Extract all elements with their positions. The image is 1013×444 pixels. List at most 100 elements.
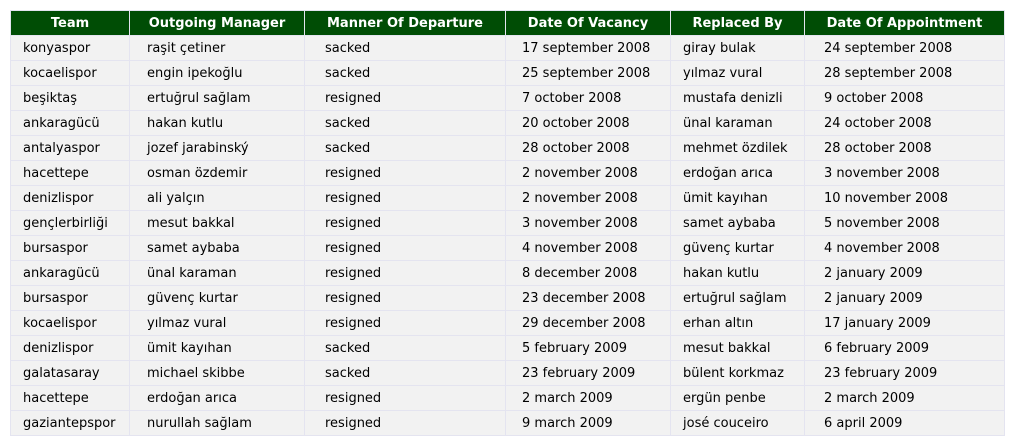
cell-replaced-by: ünal karaman (670, 110, 805, 136)
cell-date-of-vacancy: 28 october 2008 (505, 135, 671, 161)
cell-date-of-appointment: 28 september 2008 (804, 60, 1005, 86)
cell-team: denizlispor (10, 185, 130, 211)
table-row: denizlispor ümit kayıhan sacked 5 february … (10, 335, 1005, 361)
cell-date-of-appointment: 24 october 2008 (804, 110, 1005, 136)
cell-date-of-vacancy: 2 march 2009 (505, 385, 671, 411)
cell-replaced-by: mustafa denizli (670, 85, 805, 111)
cell-team: konyaspor (10, 35, 130, 61)
cell-replaced-by: erdoğan arıca (670, 160, 805, 186)
table-row: kocaelispor engin ipekoğlu sacked 25 septem… (10, 60, 1005, 86)
cell-outgoing-manager: mesut bakkal (129, 210, 305, 236)
cell-outgoing-manager: ümit kayıhan (129, 335, 305, 361)
table-row: hacettepe osman özdemir resigned 2 november… (10, 160, 1005, 186)
cell-team: galatasaray (10, 360, 130, 386)
cell-outgoing-manager: ali yalçın (129, 185, 305, 211)
cell-date-of-vacancy: 23 december 2008 (505, 285, 671, 311)
cell-team: hacettepe (10, 385, 130, 411)
table-row: hacettepe erdoğan arıca resigned 2 march 20… (10, 385, 1005, 411)
cell-date-of-vacancy: 2 november 2008 (505, 160, 671, 186)
cell-date-of-appointment: 2 january 2009 (804, 285, 1005, 311)
cell-outgoing-manager: güvenç kurtar (129, 285, 305, 311)
cell-team: ankaragücü (10, 260, 130, 286)
cell-date-of-vacancy: 2 november 2008 (505, 185, 671, 211)
table-row: gaziantepspor nurullah sağlam resigned 9 ma… (10, 410, 1005, 436)
cell-manner-of-departure: sacked (304, 135, 506, 161)
cell-replaced-by: mehmet özdilek (670, 135, 805, 161)
table-row: kocaelispor yılmaz vural resigned 29 decemb… (10, 310, 1005, 336)
cell-date-of-vacancy: 17 september 2008 (505, 35, 671, 61)
table-row: bursaspor samet aybaba resigned 4 november … (10, 235, 1005, 261)
cell-replaced-by: ergün penbe (670, 385, 805, 411)
cell-date-of-vacancy: 20 october 2008 (505, 110, 671, 136)
cell-manner-of-departure: sacked (304, 60, 506, 86)
cell-manner-of-departure: resigned (304, 160, 506, 186)
cell-date-of-appointment: 6 april 2009 (804, 410, 1005, 436)
cell-replaced-by: mesut bakkal (670, 335, 805, 361)
cell-date-of-vacancy: 9 march 2009 (505, 410, 671, 436)
cell-date-of-vacancy: 5 february 2009 (505, 335, 671, 361)
cell-manner-of-departure: resigned (304, 235, 506, 261)
cell-outgoing-manager: hakan kutlu (129, 110, 305, 136)
cell-manner-of-departure: resigned (304, 260, 506, 286)
cell-date-of-appointment: 28 october 2008 (804, 135, 1005, 161)
cell-team: kocaelispor (10, 60, 130, 86)
cell-replaced-by: giray bulak (670, 35, 805, 61)
table-row: denizlispor ali yalçın resigned 2 november … (10, 185, 1005, 211)
cell-outgoing-manager: ertuğrul sağlam (129, 85, 305, 111)
cell-outgoing-manager: engin ipekoğlu (129, 60, 305, 86)
cell-manner-of-departure: resigned (304, 285, 506, 311)
table-row: ankaragücü ünal karaman resigned 8 december… (10, 260, 1005, 286)
cell-team: gençlerbirliği (10, 210, 130, 236)
cell-manner-of-departure: sacked (304, 110, 506, 136)
cell-date-of-appointment: 17 january 2009 (804, 310, 1005, 336)
cell-outgoing-manager: yılmaz vural (129, 310, 305, 336)
cell-team: antalyaspor (10, 135, 130, 161)
cell-date-of-appointment: 9 october 2008 (804, 85, 1005, 111)
cell-replaced-by: güvenç kurtar (670, 235, 805, 261)
cell-manner-of-departure: resigned (304, 310, 506, 336)
column-header-team: Team (10, 10, 130, 36)
cell-outgoing-manager: michael skibbe (129, 360, 305, 386)
table-row: bursaspor güvenç kurtar resigned 23 decembe… (10, 285, 1005, 311)
cell-manner-of-departure: resigned (304, 385, 506, 411)
cell-team: bursaspor (10, 235, 130, 261)
cell-manner-of-departure: resigned (304, 85, 506, 111)
cell-date-of-vacancy: 7 october 2008 (505, 85, 671, 111)
cell-date-of-appointment: 2 march 2009 (804, 385, 1005, 411)
cell-date-of-appointment: 5 november 2008 (804, 210, 1005, 236)
cell-date-of-appointment: 10 november 2008 (804, 185, 1005, 211)
cell-replaced-by: samet aybaba (670, 210, 805, 236)
cell-date-of-appointment: 6 february 2009 (804, 335, 1005, 361)
cell-date-of-vacancy: 25 september 2008 (505, 60, 671, 86)
cell-outgoing-manager: ünal karaman (129, 260, 305, 286)
cell-date-of-appointment: 23 february 2009 (804, 360, 1005, 386)
cell-outgoing-manager: samet aybaba (129, 235, 305, 261)
cell-team: kocaelispor (10, 310, 130, 336)
cell-team: denizlispor (10, 335, 130, 361)
cell-date-of-vacancy: 3 november 2008 (505, 210, 671, 236)
cell-date-of-vacancy: 8 december 2008 (505, 260, 671, 286)
cell-date-of-vacancy: 23 february 2009 (505, 360, 671, 386)
column-header-date-of-vacancy: Date Of Vacancy (505, 10, 671, 36)
cell-manner-of-departure: resigned (304, 210, 506, 236)
cell-team: gaziantepspor (10, 410, 130, 436)
cell-date-of-vacancy: 4 november 2008 (505, 235, 671, 261)
column-header-replaced-by: Replaced By (670, 10, 805, 36)
cell-manner-of-departure: resigned (304, 410, 506, 436)
cell-replaced-by: josé couceiro (670, 410, 805, 436)
cell-date-of-vacancy: 29 december 2008 (505, 310, 671, 336)
cell-replaced-by: hakan kutlu (670, 260, 805, 286)
table-row: antalyaspor jozef jarabinský sacked 28 octo… (10, 135, 1005, 161)
cell-replaced-by: erhan altın (670, 310, 805, 336)
table-row: beşiktaş ertuğrul sağlam resigned 7 october… (10, 85, 1005, 111)
cell-team: beşiktaş (10, 85, 130, 111)
cell-manner-of-departure: resigned (304, 185, 506, 211)
cell-replaced-by: ümit kayıhan (670, 185, 805, 211)
cell-team: ankaragücü (10, 110, 130, 136)
table-row: galatasaray michael skibbe sacked 23 februa… (10, 360, 1005, 386)
table-row: ankaragücü hakan kutlu sacked 20 october 20… (10, 110, 1005, 136)
cell-outgoing-manager: jozef jarabinský (129, 135, 305, 161)
cell-outgoing-manager: raşit çetiner (129, 35, 305, 61)
table-row: konyaspor raşit çetiner sacked 17 september… (10, 35, 1005, 61)
table-body: konyaspor raşit çetiner sacked 17 september… (10, 35, 1005, 436)
